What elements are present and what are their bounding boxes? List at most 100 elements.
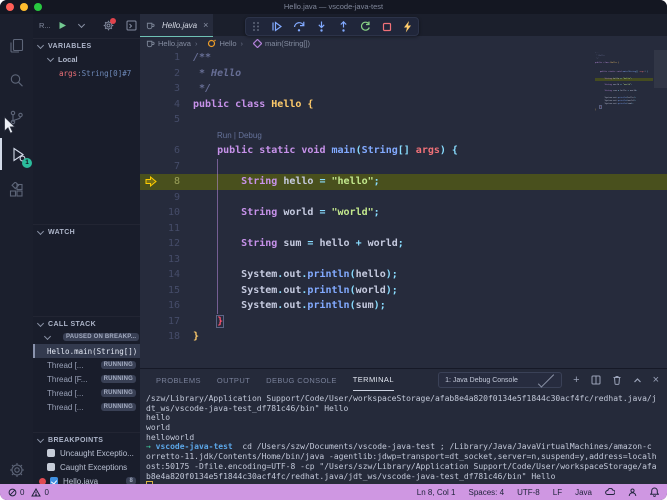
thread-row[interactable]: Thread [... RUNNING xyxy=(33,400,140,414)
terminal-line: ost:50175 -Dfile.encoding=UTF-8 -cp "/Us… xyxy=(146,461,657,471)
kill-terminal-icon[interactable] xyxy=(612,375,622,385)
panel-tab-terminal[interactable]: TERMINAL xyxy=(352,369,394,391)
terminal-line: orretto-11.jdk/Contents/Home/bin/java -a… xyxy=(146,452,657,462)
breakpoint-row[interactable]: Caught Exceptions xyxy=(33,460,140,474)
explorer-icon[interactable] xyxy=(0,29,33,61)
breadcrumb-file[interactable]: Hello.java xyxy=(158,39,191,48)
step-into-icon[interactable] xyxy=(316,21,327,32)
run-and-debug-title: R... xyxy=(39,20,51,30)
notifications-bell-icon[interactable] xyxy=(650,487,659,497)
variables-section-header[interactable]: VARIABLES xyxy=(33,38,140,53)
step-over-icon[interactable] xyxy=(293,21,305,32)
panel-tab-problems[interactable]: PROBLEMS xyxy=(156,370,201,391)
cloud-icon[interactable] xyxy=(605,488,615,496)
java-file-icon xyxy=(146,39,155,48)
breadcrumb-class[interactable]: Hello xyxy=(219,39,236,48)
code-line[interactable]: 8 String hello = "hello"; xyxy=(140,174,667,190)
variables-scope-local[interactable]: Local xyxy=(33,52,150,66)
paused-line-arrow-icon[interactable] xyxy=(145,176,157,187)
drag-handle-icon[interactable] xyxy=(252,21,260,32)
watch-section-header[interactable]: WATCH xyxy=(33,224,140,239)
code-line[interactable]: 7 xyxy=(140,159,667,175)
feedback-icon[interactable] xyxy=(628,487,637,497)
config-error-badge xyxy=(109,17,116,24)
hot-code-replace-icon[interactable] xyxy=(403,20,412,33)
code-line[interactable]: 3 */ xyxy=(140,81,667,97)
cursor-position[interactable]: Ln 8, Col 1 xyxy=(417,488,456,497)
code-line[interactable]: 17 } xyxy=(140,314,667,330)
extensions-icon[interactable] xyxy=(0,174,33,206)
thread-status-badge: RUNNING xyxy=(100,403,136,411)
class-symbol-icon xyxy=(207,39,217,48)
code-line[interactable]: 9 xyxy=(140,190,667,206)
status-bar: 0 0 Ln 8, Col 1 Spaces: 4 UTF-8 LF Java xyxy=(0,484,667,500)
errors-icon xyxy=(8,488,17,496)
tab-close-icon[interactable]: × xyxy=(203,20,208,30)
breakpoints-section-header[interactable]: BREAKPOINTS xyxy=(33,432,140,447)
split-terminal-icon[interactable] xyxy=(591,375,601,385)
paused-on-breakpoint-badge: PAUSED ON BREAKP... xyxy=(63,333,140,341)
terminal-line: → vscode-java-test cd /Users/szw/Documen… xyxy=(146,442,652,452)
step-out-icon[interactable] xyxy=(338,21,349,32)
close-panel-icon[interactable]: × xyxy=(653,374,659,386)
code-line[interactable]: 14 System.out.println(hello); xyxy=(140,267,667,283)
thread-row[interactable]: Thread [... RUNNING xyxy=(33,358,140,372)
problems-status[interactable]: 0 0 xyxy=(8,487,49,497)
code-line[interactable]: 18} xyxy=(140,329,667,345)
codelens-run-debug[interactable]: Run | Debug xyxy=(140,128,667,144)
tab-label: Hello.java xyxy=(162,20,198,30)
bottom-panel: PROBLEMS OUTPUT DEBUG CONSOLE TERMINAL 1: J… xyxy=(140,368,667,491)
debug-settings-gear-icon[interactable] xyxy=(103,17,116,31)
breakpoint-checkbox[interactable] xyxy=(47,463,55,471)
code-line[interactable]: 11 xyxy=(140,221,667,237)
continue-icon[interactable] xyxy=(271,21,282,32)
search-icon[interactable] xyxy=(0,64,33,96)
run-and-debug-icon[interactable]: 1 xyxy=(0,138,35,170)
restart-icon[interactable] xyxy=(360,21,371,32)
minimap-slider[interactable] xyxy=(654,50,667,88)
code-editor[interactable]: 1/** 2 * Hello 3 */4 public class Hello {5 … xyxy=(140,50,667,368)
breakpoint-row[interactable]: Uncaught Exceptio... xyxy=(33,446,140,460)
code-line[interactable]: 13 xyxy=(140,252,667,268)
code-line[interactable]: 5 xyxy=(140,112,667,128)
code-line[interactable]: 2 * Hello xyxy=(140,66,667,82)
terminal-picker-dropdown[interactable]: 1: Java Debug Console xyxy=(438,371,563,388)
language-mode[interactable]: Java xyxy=(575,488,592,497)
code-line[interactable]: 4 public class Hello { xyxy=(140,97,667,113)
stop-icon[interactable] xyxy=(382,22,392,32)
minimap[interactable]: /** * Hello */public class Hello { Run |… xyxy=(595,52,653,113)
code-line[interactable]: 15 System.out.println(world); xyxy=(140,283,667,299)
thread-row[interactable]: Thread [... RUNNING xyxy=(33,386,140,400)
toggle-debug-console-icon[interactable] xyxy=(126,20,137,31)
method-symbol-icon xyxy=(253,38,263,48)
title-bar: Hello.java — vscode-java-test xyxy=(0,0,667,14)
start-debug-icon[interactable] xyxy=(58,21,67,30)
code-line[interactable]: 16 System.out.println(sum); xyxy=(140,298,667,314)
debug-session-row[interactable]: PAUSED ON BREAKP... xyxy=(33,330,140,344)
indentation[interactable]: Spaces: 4 xyxy=(469,488,505,497)
stack-frame-row[interactable]: Hello.main(String[]) xyxy=(33,344,154,358)
eol-sequence[interactable]: LF xyxy=(553,488,562,497)
breadcrumb-method[interactable]: main(String[]) xyxy=(265,39,310,48)
launch-config-dropdown-icon[interactable] xyxy=(74,20,89,29)
breadcrumb: Hello.java › Hello › main(String[]) xyxy=(140,36,667,50)
java-file-icon xyxy=(146,21,155,30)
terminal-output[interactable]: /szw/Library/Application Support/Code/Us… xyxy=(146,394,661,491)
panel-tab-debug-console[interactable]: DEBUG CONSOLE xyxy=(266,370,337,391)
settings-gear-icon[interactable] xyxy=(0,454,33,486)
code-line[interactable]: 10 String world = "world"; xyxy=(140,205,667,221)
tab-hello-java[interactable]: Hello.java × xyxy=(140,14,213,37)
breakpoint-checkbox[interactable] xyxy=(47,449,55,457)
code-line[interactable]: 12 String sum = hello + world; xyxy=(140,236,667,252)
code-lines: 1/** 2 * Hello 3 */4 public class Hello {5 … xyxy=(140,50,667,345)
panel-actions: 1: Java Debug Console + × xyxy=(438,369,659,391)
activity-bar: 1 xyxy=(0,14,33,484)
thread-row[interactable]: Thread [F... RUNNING xyxy=(33,372,140,386)
new-terminal-icon[interactable]: + xyxy=(573,374,579,386)
panel-tab-output[interactable]: OUTPUT xyxy=(217,370,250,391)
encoding[interactable]: UTF-8 xyxy=(517,488,540,497)
maximize-panel-icon[interactable] xyxy=(633,376,642,385)
code-line[interactable]: 1/** xyxy=(140,50,667,66)
call-stack-section-header[interactable]: CALL STACK xyxy=(33,316,140,331)
code-line[interactable]: 6 public static void main(String[] args)… xyxy=(140,143,667,159)
